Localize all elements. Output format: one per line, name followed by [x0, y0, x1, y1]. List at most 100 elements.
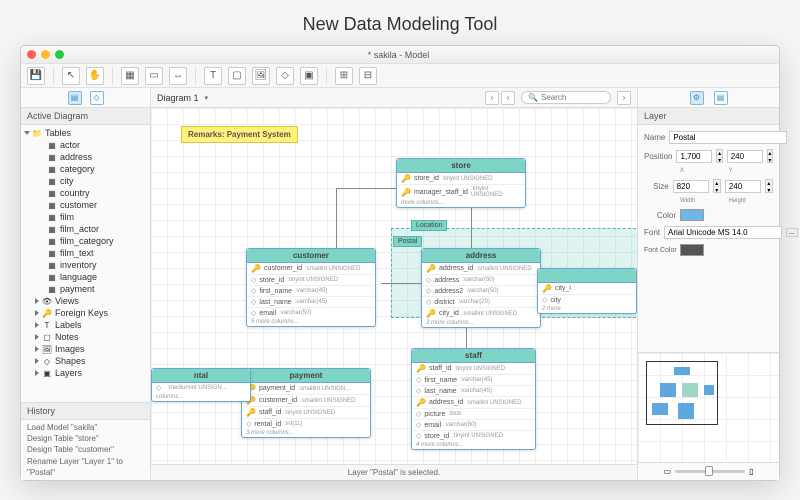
tree-table-item[interactable]: ▦payment	[21, 283, 150, 295]
zoom-in-button[interactable]: ▯	[749, 467, 753, 476]
history-item[interactable]: Design Table "customer"	[27, 444, 144, 455]
disclosure-icon[interactable]	[35, 310, 39, 316]
entity-address[interactable]: address 🔑address_id:smallint UNSIGNED◇ad…	[421, 248, 541, 328]
disclosure-icon[interactable]	[35, 358, 39, 364]
tree-group-item[interactable]: 🖼Images	[21, 343, 150, 355]
zoom-slider[interactable]	[675, 470, 745, 473]
align-tool-icon[interactable]: ⊞	[335, 67, 353, 85]
tree-table-item[interactable]: ▦address	[21, 151, 150, 163]
tree-table-item[interactable]: ▦customer	[21, 199, 150, 211]
disclosure-icon[interactable]	[35, 322, 39, 328]
diagram-tab-icon[interactable]: ◇	[90, 91, 104, 105]
search-field[interactable]: 🔍	[521, 91, 611, 104]
diagram-canvas[interactable]: Remarks: Payment System Location Postal …	[151, 108, 637, 464]
disclosure-icon[interactable]	[35, 298, 39, 304]
pos-x-input[interactable]	[676, 150, 712, 163]
entity-city[interactable]: 🔑city_i:◇city: 2 more	[537, 268, 637, 314]
entity-column-row[interactable]: 🔑city_i:	[538, 283, 636, 295]
entity-column-row[interactable]: ◇store_id:tinyint UNSIGNED	[412, 431, 535, 441]
disclosure-icon[interactable]	[24, 131, 30, 135]
disclosure-icon[interactable]	[35, 334, 39, 340]
entity-column-row[interactable]: 🔑manager_staff_id:tinyint UNSIGNED	[397, 185, 525, 199]
layer-tool-icon[interactable]: ▣	[300, 67, 318, 85]
entity-column-row[interactable]: ◇city:	[538, 295, 636, 305]
minimap[interactable]	[638, 352, 779, 462]
entity-column-row[interactable]: 🔑staff_id:tinyint UNSIGNED	[412, 363, 535, 375]
open-inspector-button[interactable]: ›	[617, 91, 631, 105]
tree-table-item[interactable]: ▦film_actor	[21, 223, 150, 235]
tree-group-item[interactable]: ◇Shapes	[21, 355, 150, 367]
entity-column-row[interactable]: ◇last_name:varchar(45)	[247, 297, 375, 308]
tree-group-item[interactable]: ▣Layers	[21, 367, 150, 379]
tree-table-item[interactable]: ▦film_category	[21, 235, 150, 247]
entity-column-row[interactable]: 🔑customer_id:smallint UNSIGNED	[247, 263, 375, 275]
layer-name-input[interactable]	[669, 131, 787, 144]
hand-tool-icon[interactable]: ✋	[86, 67, 104, 85]
save-icon[interactable]: 💾	[27, 67, 45, 85]
entity-column-row[interactable]: 🔑store_id:tinyint UNSIGNED	[397, 173, 525, 185]
tree-table-item[interactable]: ▦country	[21, 187, 150, 199]
remark-note[interactable]: Remarks: Payment System	[181, 126, 298, 143]
table-tool-icon[interactable]: ▦	[121, 67, 139, 85]
tree-table-item[interactable]: ▦film	[21, 211, 150, 223]
entity-column-row[interactable]: ◇address2:varchar(50)	[422, 286, 540, 297]
stepper-icon[interactable]: ▴▾	[716, 149, 722, 163]
entity-column-row[interactable]: 🔑address_id:smallint UNSIGNED	[412, 397, 535, 409]
disclosure-icon[interactable]	[35, 370, 39, 376]
entity-column-row[interactable]: ◇email:varchar(50)	[247, 308, 375, 318]
height-input[interactable]	[725, 180, 761, 193]
entity-column-row[interactable]: ◇district:varchar(20)	[422, 297, 540, 308]
shape-tool-icon[interactable]: ◇	[276, 67, 294, 85]
entity-column-row[interactable]: ◇email:varchar(50)	[412, 420, 535, 431]
entity-staff[interactable]: staff 🔑staff_id:tinyint UNSIGNED◇first_n…	[411, 348, 536, 450]
entity-store[interactable]: store 🔑store_id:tinyint UNSIGNED🔑manager…	[396, 158, 526, 208]
foreign-key-tool-icon[interactable]: ↔	[169, 67, 187, 85]
tree-group-item[interactable]: 🔑Foreign Keys	[21, 307, 150, 319]
tree-group-item[interactable]: TLabels	[21, 319, 150, 331]
entity-column-row[interactable]: ◇rental_id:int(11)	[242, 419, 370, 429]
minimize-window-button[interactable]	[41, 50, 50, 59]
entity-column-row[interactable]: 🔑city_id:smallint UNSIGNED	[422, 308, 540, 319]
entity-column-row[interactable]: ◇address:varchar(50)	[422, 275, 540, 286]
entity-column-row[interactable]: ◇picture:blob	[412, 409, 535, 420]
entity-customer[interactable]: customer 🔑customer_id:smallint UNSIGNED◇…	[246, 248, 376, 327]
entity-column-row[interactable]: 🔑payment_id:smallint UNSIGN...	[242, 383, 370, 395]
zoom-window-button[interactable]	[55, 50, 64, 59]
entity-column-row[interactable]: 🔑staff_id:tinyint UNSIGNED	[242, 407, 370, 419]
entity-rental[interactable]: ntal ◇:mediumint UNSIGN... columns...	[151, 368, 251, 402]
entity-column-row[interactable]: ◇first_name:varchar(45)	[412, 375, 535, 386]
pos-y-input[interactable]	[727, 150, 763, 163]
entity-column-row[interactable]: ◇first_name:varchar(45)	[247, 286, 375, 297]
view-tool-icon[interactable]: ▭	[145, 67, 163, 85]
history-item[interactable]: Load Model "sakila"	[27, 422, 144, 433]
history-item[interactable]: Design Table "store"	[27, 433, 144, 444]
tree-table-item[interactable]: ▦inventory	[21, 259, 150, 271]
note-tool-icon[interactable]: ▢	[228, 67, 246, 85]
font-color-swatch[interactable]	[680, 244, 704, 256]
properties-tab-icon[interactable]: ⚙	[690, 91, 704, 105]
diagram-selector[interactable]: Diagram 1	[157, 93, 199, 103]
color-swatch[interactable]	[680, 209, 704, 221]
history-item[interactable]: Rename Layer "Layer 1" to "Postal"	[27, 456, 144, 478]
tree-table-item[interactable]: ▦actor	[21, 139, 150, 151]
font-picker-button[interactable]: ...	[786, 228, 798, 237]
auto-layout-icon[interactable]: ⊟	[359, 67, 377, 85]
tree-table-item[interactable]: ▦film_text	[21, 247, 150, 259]
dropdown-icon[interactable]: ▾	[205, 94, 209, 102]
entity-column-row[interactable]: 🔑customer_id:smallint UNSIGNED	[242, 395, 370, 407]
tree-tables-node[interactable]: 📁Tables	[21, 127, 150, 139]
format-tab-icon[interactable]: ▤	[714, 91, 728, 105]
stepper-icon[interactable]: ▴▾	[765, 179, 773, 193]
search-input[interactable]	[541, 93, 601, 102]
pointer-tool-icon[interactable]: ↖	[62, 67, 80, 85]
stepper-icon[interactable]: ▴▾	[713, 179, 721, 193]
prev-page-button[interactable]: ‹	[485, 91, 499, 105]
image-tool-icon[interactable]: 🖼	[252, 67, 270, 85]
label-tool-icon[interactable]: T	[204, 67, 222, 85]
tree-table-item[interactable]: ▦category	[21, 163, 150, 175]
model-tab-icon[interactable]: ▤	[68, 91, 82, 105]
tree-group-item[interactable]: 👁Views	[21, 295, 150, 307]
next-page-button[interactable]: ›	[501, 91, 515, 105]
entity-column-row[interactable]: ◇last_name:varchar(45)	[412, 386, 535, 397]
disclosure-icon[interactable]	[35, 346, 39, 352]
